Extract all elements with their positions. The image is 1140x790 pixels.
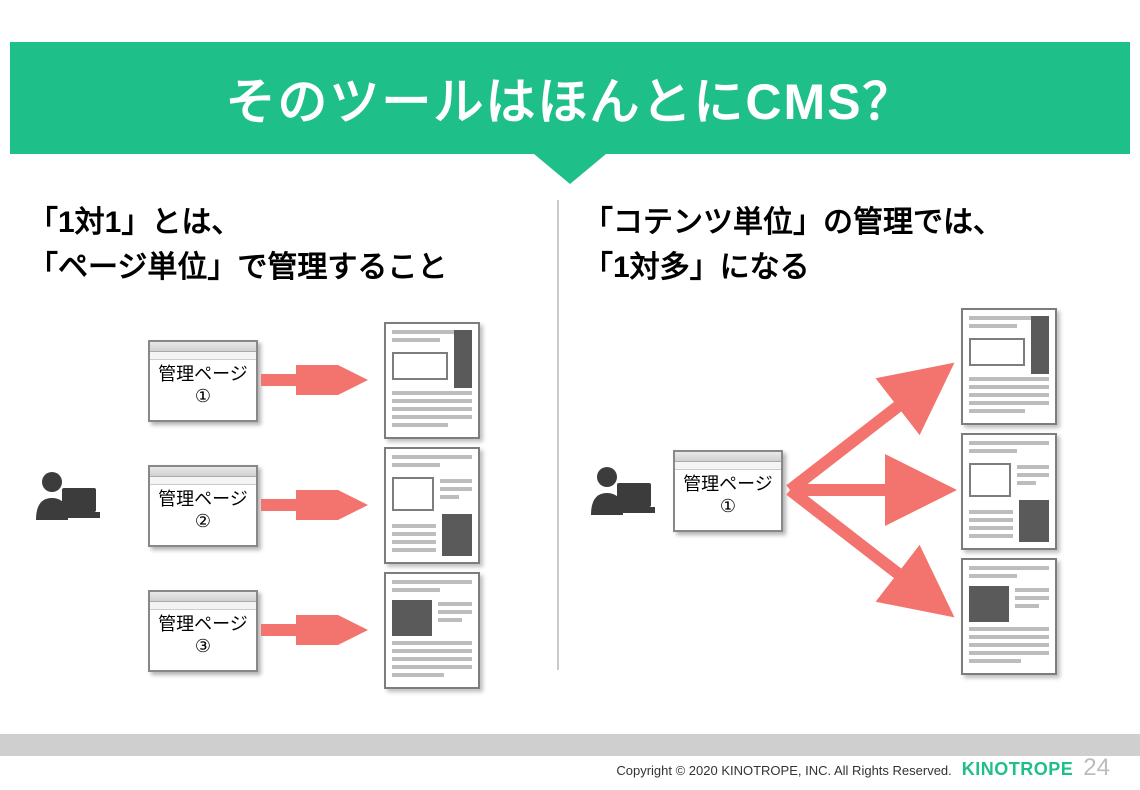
- output-page-2: [384, 447, 480, 564]
- output-page-3: [384, 572, 480, 689]
- admin-page-2-label: 管理ページ ②: [150, 485, 256, 532]
- admin-page-1-label: 管理ページ ①: [150, 360, 256, 407]
- right-heading: 「コテンツ単位」の管理では、 「1対多」になる: [583, 200, 1112, 290]
- right-diagram: 管理ページ ①: [583, 290, 1112, 690]
- output-page-r1: [961, 308, 1057, 425]
- left-column: 「1対1」とは、 「ページ単位」で管理すること 管理ページ ① 管理ページ ②: [28, 200, 557, 720]
- page-number: 24: [1083, 754, 1110, 782]
- admin-page-2: 管理ページ ②: [148, 465, 258, 547]
- admin-page-1r-label: 管理ページ ①: [675, 470, 781, 517]
- arrow-split-icon: [785, 330, 965, 650]
- arrow-icon: [261, 365, 371, 395]
- right-column: 「コテンツ単位」の管理では、 「1対多」になる 管理ページ ①: [559, 200, 1112, 720]
- user-at-computer-icon: [585, 465, 655, 525]
- left-diagram: 管理ページ ① 管理ページ ② 管理ページ ③: [28, 290, 557, 690]
- left-heading: 「1対1」とは、 「ページ単位」で管理すること: [28, 200, 557, 290]
- output-page-r3: [961, 558, 1057, 675]
- left-heading-line2: 「ページ単位」で管理すること: [28, 245, 557, 290]
- title-band: そのツールはほんとにCMS？: [10, 42, 1130, 154]
- output-page-1: [384, 322, 480, 439]
- arrow-icon: [261, 615, 371, 645]
- chevron-down-icon: [534, 154, 606, 184]
- output-page-r2: [961, 433, 1057, 550]
- footer-band: [0, 734, 1140, 756]
- admin-page-1r: 管理ページ ①: [673, 450, 783, 532]
- admin-page-1: 管理ページ ①: [148, 340, 258, 422]
- arrow-icon: [261, 490, 371, 520]
- right-heading-line2: 「1対多」になる: [583, 245, 1112, 290]
- admin-page-3: 管理ページ ③: [148, 590, 258, 672]
- right-heading-line1: 「コテンツ単位」の管理では、: [583, 200, 1112, 245]
- admin-page-3-label: 管理ページ ③: [150, 610, 256, 657]
- slide-title: そのツールはほんとにCMS？: [225, 62, 914, 134]
- footer: Copyright © 2020 KINOTROPE, INC. All Rig…: [616, 754, 1110, 782]
- content-area: 「1対1」とは、 「ページ単位」で管理すること 管理ページ ① 管理ページ ②: [28, 200, 1112, 720]
- left-heading-line1: 「1対1」とは、: [28, 200, 557, 245]
- copyright-text: Copyright © 2020 KINOTROPE, INC. All Rig…: [616, 763, 951, 778]
- user-at-computer-icon: [30, 470, 100, 530]
- brand-logo: KINOTROPE: [962, 759, 1074, 780]
